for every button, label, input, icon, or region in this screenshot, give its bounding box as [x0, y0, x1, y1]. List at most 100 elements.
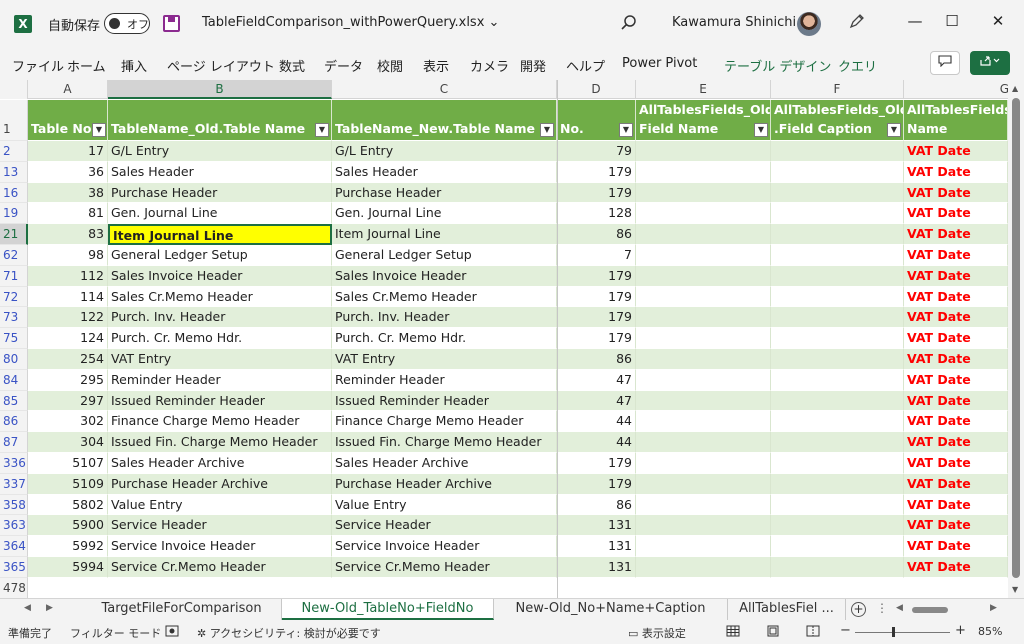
- accessibility-status[interactable]: ✲ アクセシビリティ: 検討が必要です: [197, 625, 381, 641]
- header-field-name-old[interactable]: AllTablesFields_Old. Field Name ▼: [636, 100, 771, 141]
- cell-table-name-old[interactable]: General Ledger Setup: [108, 245, 332, 266]
- cell-field-name-old[interactable]: [636, 286, 771, 308]
- cell-field-name-new[interactable]: VAT Date: [904, 494, 1008, 516]
- filter-dropdown-icon[interactable]: ▼: [540, 123, 554, 137]
- cell-field-name-new[interactable]: VAT Date: [904, 245, 1008, 266]
- cell-field-caption-old[interactable]: [771, 536, 904, 557]
- cell-no[interactable]: 131: [557, 536, 636, 557]
- cell-table-name-old[interactable]: Purchase Header Archive: [108, 473, 332, 495]
- cell-field-name-new[interactable]: VAT Date: [904, 369, 1008, 391]
- tab-home[interactable]: ホーム: [67, 56, 106, 75]
- cell-no[interactable]: 86: [557, 224, 636, 245]
- cell-table-name-old[interactable]: Service Header: [108, 515, 332, 537]
- cell-table-name-new[interactable]: Purch. Cr. Memo Hdr.: [332, 328, 557, 349]
- cell-no[interactable]: 44: [557, 411, 636, 433]
- zoom-level[interactable]: 85%: [978, 625, 1002, 638]
- cell-field-name-new[interactable]: VAT Date: [904, 141, 1008, 162]
- cell-field-name-old[interactable]: [636, 369, 771, 391]
- cell-field-caption-old[interactable]: [771, 453, 904, 474]
- cell-field-name-new[interactable]: VAT Date: [904, 161, 1008, 183]
- worksheet-grid[interactable]: A B C D E F G 1 Table No. ▼ TableName_Ol…: [0, 80, 1008, 598]
- cell-field-name-new[interactable]: VAT Date: [904, 515, 1008, 537]
- cell-table-name-new[interactable]: Purchase Header Archive: [332, 473, 557, 495]
- cell-field-caption-old[interactable]: [771, 557, 904, 578]
- scroll-thumb[interactable]: [1012, 98, 1020, 578]
- column-header-a[interactable]: A: [28, 80, 108, 99]
- vertical-scrollbar[interactable]: ▲ ▼: [1008, 80, 1024, 598]
- header-field-caption-old[interactable]: AllTablesFields_Old .Field Caption ▼: [771, 100, 904, 141]
- row-number[interactable]: 1: [0, 100, 28, 141]
- cell-table-name-new[interactable]: Purch. Inv. Header: [332, 307, 557, 329]
- normal-view-icon[interactable]: [726, 625, 740, 640]
- tab-power-pivot[interactable]: Power Pivot: [622, 56, 697, 71]
- cell-no[interactable]: 179: [557, 161, 636, 183]
- cell-field-caption-old[interactable]: [771, 286, 904, 308]
- cell-field-name-old[interactable]: [636, 432, 771, 453]
- row-number[interactable]: 16: [0, 182, 28, 204]
- select-all-corner[interactable]: [0, 80, 28, 99]
- cell-table-name-new[interactable]: Item Journal Line: [332, 224, 557, 245]
- cell-field-name-old[interactable]: [636, 265, 771, 287]
- row-number[interactable]: 86: [0, 411, 28, 433]
- zoom-out-button[interactable]: −: [840, 623, 851, 638]
- cell-field-caption-old[interactable]: [771, 182, 904, 204]
- cell-table-no[interactable]: 5992: [28, 536, 108, 557]
- header-no[interactable]: No. ▼: [557, 100, 636, 141]
- maximize-button[interactable]: ☐: [942, 12, 962, 30]
- cell-table-name-new[interactable]: Sales Cr.Memo Header: [332, 286, 557, 308]
- filter-dropdown-icon[interactable]: ▼: [754, 123, 768, 137]
- tab-page-layout[interactable]: ページ レイアウト: [167, 56, 275, 75]
- row-number[interactable]: 363: [0, 515, 28, 537]
- cell-table-name-new[interactable]: Service Invoice Header: [332, 536, 557, 557]
- cell-table-no[interactable]: 297: [28, 390, 108, 412]
- page-layout-view-icon[interactable]: [766, 625, 780, 640]
- hscroll-left-icon[interactable]: ◀: [896, 603, 903, 613]
- cell-field-name-new[interactable]: VAT Date: [904, 411, 1008, 433]
- cell-table-no[interactable]: 5802: [28, 494, 108, 516]
- cell-table-no[interactable]: 112: [28, 265, 108, 287]
- cell-field-name-old[interactable]: [636, 349, 771, 370]
- cell-no[interactable]: 179: [557, 473, 636, 495]
- cell-field-name-new[interactable]: VAT Date: [904, 473, 1008, 495]
- cell-field-name-old[interactable]: [636, 411, 771, 433]
- cell-table-name-old[interactable]: Issued Fin. Charge Memo Header: [108, 432, 332, 453]
- row-number[interactable]: 21: [0, 224, 28, 245]
- cell-table-no[interactable]: 254: [28, 349, 108, 370]
- row-number[interactable]: 73: [0, 307, 28, 329]
- header-table-name-new[interactable]: TableName_New.Table Name ▼: [332, 100, 557, 141]
- tab-formulas[interactable]: 数式: [279, 56, 305, 75]
- cell-field-caption-old[interactable]: [771, 161, 904, 183]
- cell-field-name-new[interactable]: VAT Date: [904, 307, 1008, 329]
- tab-developer[interactable]: 開発: [520, 56, 546, 75]
- cell-table-name-old[interactable]: Purchase Header: [108, 182, 332, 204]
- cell-field-name-new[interactable]: VAT Date: [904, 432, 1008, 453]
- cell-field-name-old[interactable]: [636, 328, 771, 349]
- header-table-no[interactable]: Table No. ▼: [28, 100, 108, 141]
- cell-field-name-old[interactable]: [636, 453, 771, 474]
- cell-no[interactable]: 7: [557, 245, 636, 266]
- tab-view[interactable]: 表示: [423, 56, 449, 75]
- page-break-view-icon[interactable]: [806, 625, 820, 640]
- cell-no[interactable]: 179: [557, 286, 636, 308]
- cell-field-name-old[interactable]: [636, 307, 771, 329]
- cell-table-no[interactable]: 114: [28, 286, 108, 308]
- zoom-in-button[interactable]: +: [955, 623, 966, 638]
- tab-table-design[interactable]: テーブル デザイン: [724, 56, 831, 75]
- cell-field-name-old[interactable]: [636, 390, 771, 412]
- cell-table-name-new[interactable]: Service Cr.Memo Header: [332, 557, 557, 578]
- save-icon[interactable]: [163, 15, 180, 32]
- cell-table-no[interactable]: 98: [28, 245, 108, 266]
- cell-field-caption-old[interactable]: [771, 411, 904, 433]
- cell-no[interactable]: 179: [557, 265, 636, 287]
- cell-no[interactable]: 47: [557, 369, 636, 391]
- hscroll-right-icon[interactable]: ▶: [990, 603, 997, 613]
- cell-field-name-old[interactable]: [636, 161, 771, 183]
- cell-table-name-new[interactable]: Issued Fin. Charge Memo Header: [332, 432, 557, 453]
- display-settings-button[interactable]: ▭ 表示設定: [628, 625, 686, 641]
- header-table-name-old[interactable]: TableName_Old.Table Name ▼: [108, 100, 332, 141]
- cell-table-name-old[interactable]: Issued Reminder Header: [108, 390, 332, 412]
- cell-field-caption-old[interactable]: [771, 224, 904, 245]
- cell-field-caption-old[interactable]: [771, 245, 904, 266]
- cell-table-name-new[interactable]: Reminder Header: [332, 369, 557, 391]
- cell-field-caption-old[interactable]: [771, 141, 904, 162]
